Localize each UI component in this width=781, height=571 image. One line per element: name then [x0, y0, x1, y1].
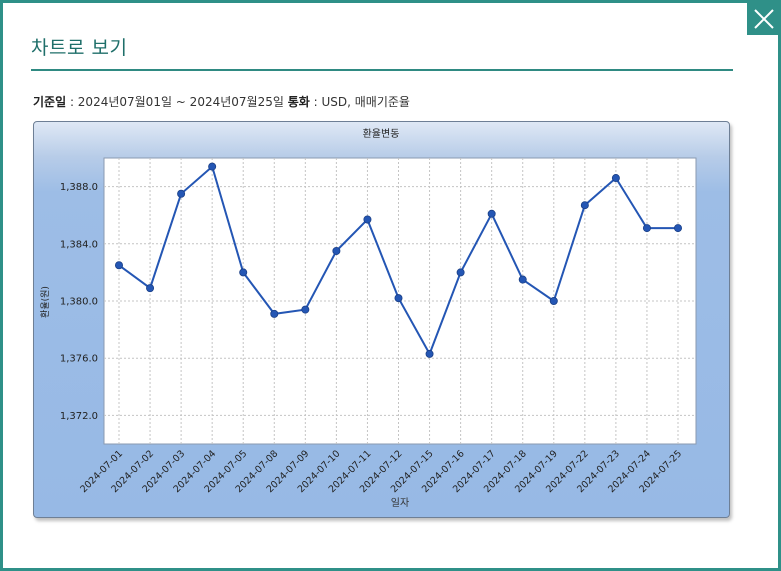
data-point — [115, 261, 124, 270]
chart-panel: 환율변동 1,372.0 1,376.0 1,380.0 1,384.0 1,388.0… — [33, 121, 730, 518]
y-axis-label: 환율(원) — [39, 286, 51, 318]
y-tick-label: 1,388.0 — [60, 182, 98, 193]
data-point — [270, 309, 279, 318]
chart-info-line: 기준일 : 2024년07월01일 ~ 2024년07월25일 통화 : USD… — [33, 93, 410, 110]
currency-value: : USD, 매매기준율 — [309, 95, 410, 109]
chart-title: 환율변동 — [363, 128, 400, 140]
currency-label: 통화 — [287, 95, 310, 109]
data-point — [239, 268, 248, 277]
data-point — [549, 296, 558, 305]
chart-dialog: 차트로 보기 기준일 : 2024년07월01일 ~ 2024년07월25일 통… — [0, 0, 781, 571]
y-tick-label: 1,372.0 — [60, 411, 98, 422]
close-button[interactable] — [747, 3, 781, 35]
data-point — [146, 284, 155, 293]
data-point — [425, 349, 434, 358]
close-icon — [754, 9, 774, 29]
data-point — [456, 268, 465, 277]
y-tick-label: 1,380.0 — [60, 297, 98, 308]
data-point — [208, 162, 217, 171]
data-point — [611, 174, 620, 183]
data-point — [177, 189, 186, 198]
y-tick-label: 1,376.0 — [60, 354, 98, 365]
data-point — [394, 294, 403, 303]
date-range: : 2024년07월01일 ~ 2024년07월25일 — [66, 95, 288, 109]
data-point — [332, 246, 341, 255]
y-axis-ticks: 1,372.0 1,376.0 1,380.0 1,384.0 1,388.0 — [60, 182, 98, 422]
x-axis-label: 일자 — [391, 497, 409, 509]
data-point — [642, 224, 651, 233]
title-divider — [31, 69, 733, 71]
data-point — [518, 275, 527, 284]
data-point — [487, 209, 496, 218]
data-point — [674, 224, 683, 233]
date-label: 기준일 — [33, 95, 67, 109]
x-axis-ticks: 2024-07-012024-07-022024-07-032024-07-04… — [78, 448, 684, 495]
dialog-title: 차트로 보기 — [31, 37, 128, 59]
data-point — [580, 201, 589, 210]
exchange-rate-chart: 환율변동 1,372.0 1,376.0 1,380.0 1,384.0 1,388.0… — [39, 128, 697, 509]
y-tick-label: 1,384.0 — [60, 239, 98, 250]
data-point — [301, 305, 310, 314]
data-point — [363, 215, 372, 224]
